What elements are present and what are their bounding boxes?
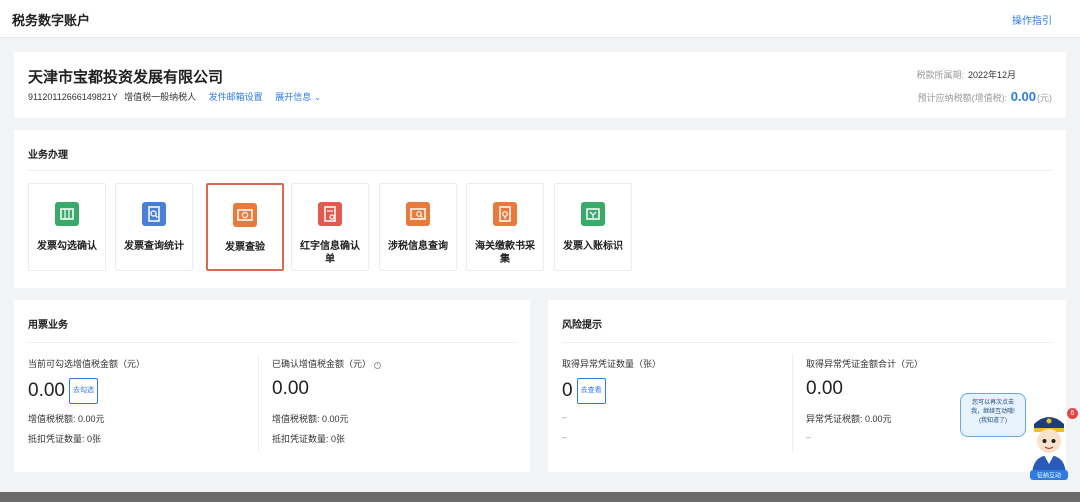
chevron-down-icon: ⌄: [314, 93, 321, 102]
row-value: 0张: [331, 434, 346, 444]
tile-invoice-verify[interactable]: 发票查验: [206, 183, 284, 271]
divider: [28, 342, 516, 343]
taskbar: [0, 492, 1080, 502]
customs-icon: [493, 202, 517, 226]
tax-id: 91120112666149821Y: [28, 92, 118, 102]
tile-label: 海关缴款书采集: [475, 241, 535, 265]
usage-title: 用票业务: [28, 320, 68, 331]
row-label: 增值税税额:: [272, 414, 320, 424]
divider: [28, 170, 1052, 171]
tile-invoice-query[interactable]: 发票查询统计: [115, 183, 193, 271]
taxpayer-type: 增值税一般纳税人: [124, 92, 197, 102]
tax-unit: (元): [1037, 93, 1052, 103]
stat-value: 0: [562, 380, 573, 401]
usage-card: 用票业务 当前可勾选增值税金额（元） 0.00 去勾选 增值税税额: 0.00元 …: [14, 300, 530, 472]
notification-badge: 6: [1067, 408, 1078, 419]
row-value: 0.00元: [865, 414, 892, 424]
tile-label: 发票勾选确认: [37, 241, 97, 252]
abnormal-voucher-count: 取得异常凭证数量（张） 0 去查看: [562, 357, 661, 404]
tile-invoice-select[interactable]: 发票勾选确认: [28, 183, 106, 271]
expand-info-label: 展开信息: [275, 92, 312, 102]
risk-card: 风险提示 取得异常凭证数量（张） 0 去查看 – – 取得异常凭证金额合计（元） …: [548, 300, 1066, 472]
tax-info-icon: [406, 202, 430, 226]
dash: –: [562, 412, 568, 422]
empty-row: –: [562, 412, 567, 422]
tile-red-letter[interactable]: 红字信息确认单: [291, 183, 369, 271]
tile-invoice-account[interactable]: 发票入账标识: [554, 183, 632, 271]
tile-label: 红字信息确认单: [300, 241, 360, 265]
period-value: 2022年12月: [967, 70, 1016, 80]
mailbox-settings-link[interactable]: 发件邮箱设置: [209, 92, 263, 102]
invoice-verify-icon: [233, 203, 257, 227]
voucher-count-row: 抵扣凭证数量: 0张: [28, 432, 101, 445]
divider: [258, 354, 259, 452]
estimated-tax: 预计应纳税额(增值税): 0.00(元): [918, 89, 1052, 104]
dash: –: [562, 432, 568, 442]
selectable-vat-amount: 当前可勾选增值税金额（元） 0.00 去勾选: [28, 357, 145, 404]
vat-tax-row: 增值税税额: 0.00元: [28, 412, 105, 425]
divider: [792, 354, 793, 452]
abnormal-tax-row: 异常凭证税额: 0.00元: [806, 412, 892, 425]
business-card: 业务办理 发票勾选确认 发票查询统计 发票查验 红字信息确认单 涉税信息查询 海…: [14, 130, 1066, 288]
stat-value: 0.00: [272, 378, 309, 399]
voucher-count-row: 抵扣凭证数量: 0张: [272, 432, 345, 445]
page-title: 税务数字账户: [12, 13, 91, 28]
tile-label: 涉税信息查询: [388, 241, 448, 252]
tax-label: 预计应纳税额(增值税):: [917, 93, 1008, 103]
tile-tax-info[interactable]: 涉税信息查询: [379, 183, 457, 271]
info-icon[interactable]: i: [374, 362, 382, 369]
empty-row: –: [806, 432, 811, 442]
business-title: 业务办理: [28, 150, 68, 161]
risk-title: 风险提示: [562, 320, 602, 331]
confirmed-vat-amount: 已确认增值税金额（元） i 0.00: [272, 357, 382, 400]
tax-amount: 0.00: [1010, 89, 1036, 104]
stat-label: 取得异常凭证数量（张）: [562, 359, 662, 369]
top-bar: 税务数字账户 操作指引: [0, 0, 1080, 38]
tile-label: 发票查验: [225, 242, 265, 253]
dash: –: [806, 432, 812, 442]
bubble-text: (我知道了): [979, 418, 1007, 424]
company-card: 天津市宝都投资发展有限公司 91120112666149821Y 增值税一般纳税…: [14, 52, 1066, 118]
assistant-avatar[interactable]: 征纳互动: [1026, 410, 1072, 482]
stat-label: 取得异常凭证金额合计（元）: [806, 359, 924, 369]
row-label: 异常凭证税额:: [806, 414, 863, 424]
row-label: 抵扣凭证数量:: [272, 434, 329, 444]
row-value: 0张: [87, 434, 102, 444]
company-meta: 91120112666149821Y 增值税一般纳税人 发件邮箱设置 展开信息 ⌄: [28, 90, 321, 103]
empty-row: –: [562, 432, 567, 442]
go-view-button[interactable]: 去查看: [576, 378, 606, 404]
row-value: 0.00元: [322, 414, 349, 424]
tile-customs[interactable]: 海关缴款书采集: [466, 183, 544, 271]
stat-value: 0.00: [28, 380, 65, 401]
period-label: 税款所属期:: [916, 70, 964, 80]
stat-value: 0.00: [806, 378, 843, 399]
assistant-caption: 征纳互动: [1037, 472, 1061, 480]
assistant-mascot-icon: 征纳互动: [1030, 417, 1068, 480]
company-name: 天津市宝都投资发展有限公司: [28, 69, 224, 86]
tax-period: 税款所属期: 2022年12月: [916, 68, 1016, 81]
tile-label: 发票入账标识: [563, 241, 623, 252]
tile-label: 发票查询统计: [124, 241, 184, 252]
bubble-text: 您可以再次点击: [971, 400, 1014, 406]
invoice-account-icon: [581, 202, 605, 226]
row-label: 抵扣凭证数量:: [28, 434, 85, 444]
red-letter-icon: [318, 202, 342, 226]
abnormal-voucher-amount: 取得异常凭证金额合计（元） 0.00: [806, 357, 923, 400]
guide-link[interactable]: 操作指引: [1012, 12, 1052, 27]
row-value: 0.00元: [78, 414, 105, 424]
divider: [562, 342, 1052, 343]
stat-label: 当前可勾选增值税金额（元）: [28, 359, 146, 369]
vat-tax-row: 增值税税额: 0.00元: [272, 412, 349, 425]
invoice-search-icon: [142, 202, 166, 226]
row-label: 增值税税额:: [28, 414, 76, 424]
assistant-bubble[interactable]: 您可以再次点击 我，继续互动哦! (我知道了): [960, 393, 1026, 437]
stat-label: 已确认增值税金额（元）: [272, 359, 372, 369]
expand-info-link[interactable]: 展开信息 ⌄: [275, 92, 321, 102]
bubble-text: 我，继续互动哦!: [971, 409, 1015, 415]
invoice-select-icon: [55, 202, 79, 226]
go-select-button[interactable]: 去勾选: [68, 378, 98, 404]
